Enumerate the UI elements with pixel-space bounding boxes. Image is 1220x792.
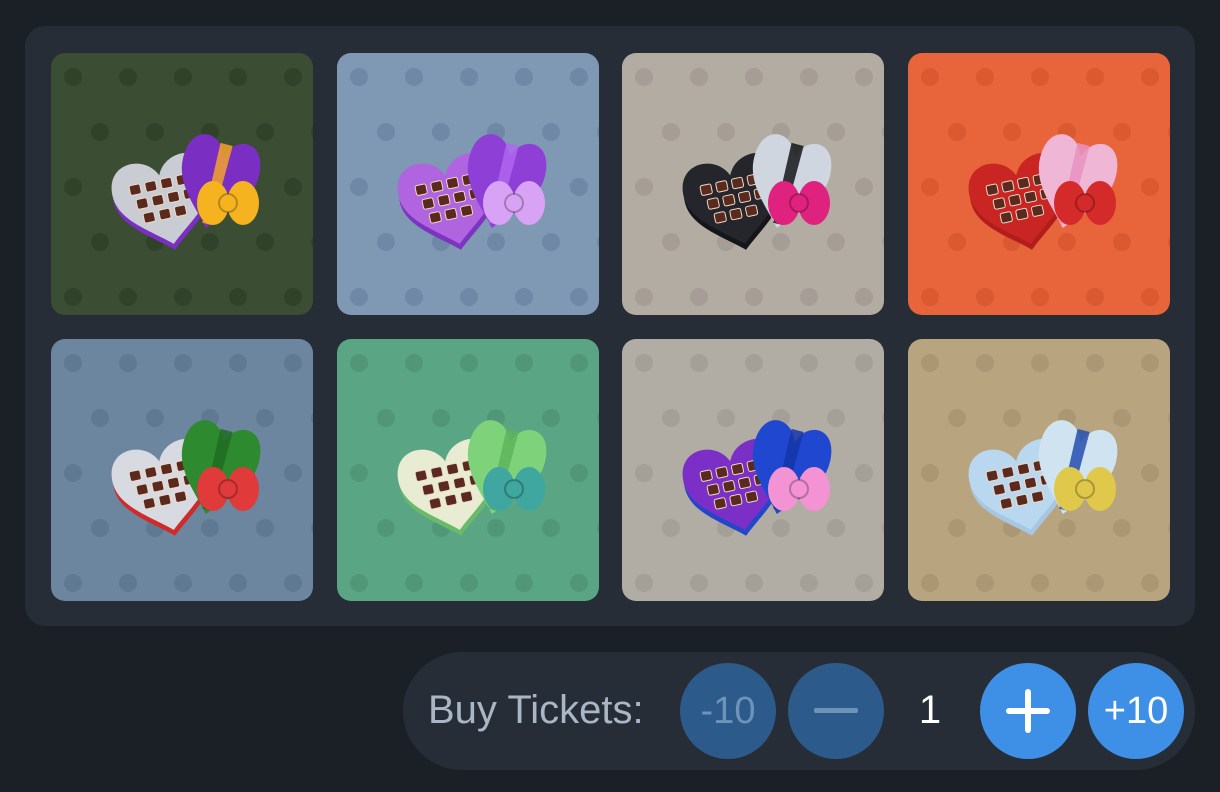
item-tile-green-red-heart-box[interactable] [51,339,313,601]
item-tile-violet-heart-box[interactable] [337,53,599,315]
heart-box-icon [908,339,1170,601]
item-tile-stained-glass-heart-box[interactable] [908,339,1170,601]
heart-box-icon [51,53,313,315]
item-tile-mint-heart-box[interactable] [337,339,599,601]
heart-box-icon [337,53,599,315]
ticket-quantity: 1 [918,688,942,732]
item-tile-blue-purple-heart-box[interactable] [622,339,884,601]
heart-box-icon [622,53,884,315]
increment-button[interactable] [980,663,1076,759]
heart-box-icon [622,339,884,601]
minus-ten-label: -10 [700,689,756,732]
minus-icon [814,708,858,713]
decrement-button[interactable] [788,663,884,759]
heart-box-icon [337,339,599,601]
minus-ten-button[interactable]: -10 [680,663,776,759]
item-tile-black-white-heart-box[interactable] [622,53,884,315]
buy-tickets-label: Buy Tickets: [428,688,644,732]
plus-ten-button[interactable]: +10 [1088,663,1184,759]
item-tile-purple-gold-heart-box[interactable] [51,53,313,315]
heart-box-icon [51,339,313,601]
heart-box-icon [908,53,1170,315]
plus-icon [1006,689,1050,733]
plus-ten-label: +10 [1103,689,1169,732]
item-tile-red-pink-heart-box[interactable] [908,53,1170,315]
